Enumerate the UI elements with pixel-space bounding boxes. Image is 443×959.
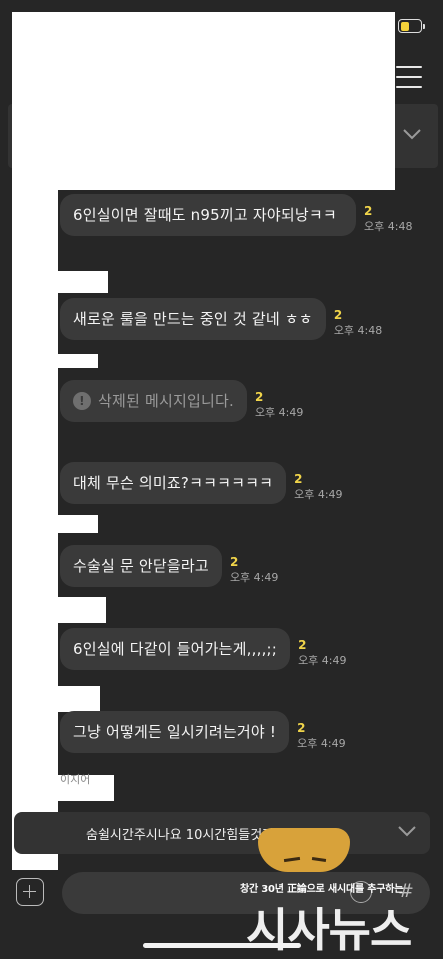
- chevron-down-icon[interactable]: [396, 822, 418, 840]
- message-bubble[interactable]: 수술실 문 안닫을라고: [60, 545, 222, 587]
- chevron-down-icon[interactable]: [400, 124, 424, 144]
- message-time: 오후 4:49: [298, 654, 347, 667]
- message-row: 새로운 룰을 만드는 중인 것 같네 ㅎㅎ 2 오후 4:48: [60, 298, 382, 340]
- message-bubble[interactable]: 6인실에 다같이 들어가는게,,,,;;: [60, 628, 291, 670]
- message-meta: 2 오후 4:49: [230, 555, 278, 587]
- message-row: 수술실 문 안닫을라고 2 오후 4:49: [60, 545, 278, 587]
- message-bubble[interactable]: 6인실이면 잘때도 n95끼고 자야되낭ㅋㅋ: [60, 194, 356, 236]
- deleted-message-bubble[interactable]: ! 삭제된 메시지입니다.: [60, 380, 247, 422]
- message-time: 오후 4:48: [364, 220, 413, 233]
- plus-icon[interactable]: [16, 878, 44, 906]
- message-row: 대체 무슨 의미죠?ㅋㅋㅋㅋㅋㅋ 2 오후 4:49: [60, 462, 343, 504]
- message-row: ! 삭제된 메시지입니다. 2 오후 4:49: [60, 380, 303, 422]
- message-time: 오후 4:49: [294, 488, 343, 501]
- message-time: 오후 4:49: [297, 737, 346, 750]
- watermark-logo: 시사뉴스: [246, 903, 412, 957]
- message-meta: 2 오후 4:49: [298, 638, 346, 670]
- unread-count: 2: [294, 472, 303, 486]
- message-bubble[interactable]: 그냥 어떻게든 일시키려는거야 !: [60, 711, 290, 753]
- home-indicator[interactable]: [143, 943, 301, 948]
- unread-count: 2: [297, 721, 306, 735]
- message-time: 오후 4:48: [333, 324, 383, 337]
- emoticon-sticker[interactable]: [258, 828, 350, 872]
- message-meta: 2 오후 4:48: [334, 308, 382, 340]
- message-row: 그냥 어떻게든 일시키려는거야 ! 2 오후 4:49: [60, 711, 346, 753]
- unread-count: 2: [298, 638, 307, 652]
- message-meta: 2 오후 4:48: [364, 204, 412, 236]
- unread-count: 2: [254, 390, 264, 404]
- message-meta: 2 오후 4:49: [255, 390, 303, 422]
- unread-count: 2: [364, 204, 373, 218]
- warning-icon: !: [73, 392, 91, 410]
- redaction-block: [58, 271, 108, 293]
- unread-count: 2: [229, 555, 239, 569]
- redaction-block: [58, 354, 98, 368]
- message-row: 6인실이면 잘때도 n95끼고 자야되낭ㅋㅋ 2 오후 4:48: [60, 194, 412, 236]
- redaction-block: [58, 515, 98, 533]
- watermark-caption: 창간 30년 正論으로 새시대를 추구하는: [240, 884, 404, 895]
- redaction-block: [58, 597, 106, 623]
- battery-icon: [398, 19, 425, 33]
- sender-name: 이지어: [60, 773, 91, 786]
- message-time: 오후 4:49: [229, 571, 279, 584]
- deleted-message-text: 삭제된 메시지입니다.: [98, 392, 234, 410]
- redaction-block: [58, 686, 100, 712]
- unread-count: 2: [333, 308, 343, 322]
- message-meta: 2 오후 4:49: [294, 472, 342, 504]
- message-bubble[interactable]: 대체 무슨 의미죠?ㅋㅋㅋㅋㅋㅋ: [60, 462, 287, 504]
- message-row: 6인실에 다같이 들어가는게,,,,;; 2 오후 4:49: [60, 628, 347, 670]
- message-meta: 2 오후 4:49: [297, 721, 345, 753]
- redaction-block: [12, 12, 395, 190]
- message-bubble[interactable]: 새로운 룰을 만드는 중인 것 같네 ㅎㅎ: [60, 298, 326, 340]
- hamburger-menu-icon[interactable]: [396, 66, 422, 88]
- battery-level: [400, 21, 410, 31]
- message-time: 오후 4:49: [254, 406, 304, 419]
- redaction-block: [12, 190, 58, 870]
